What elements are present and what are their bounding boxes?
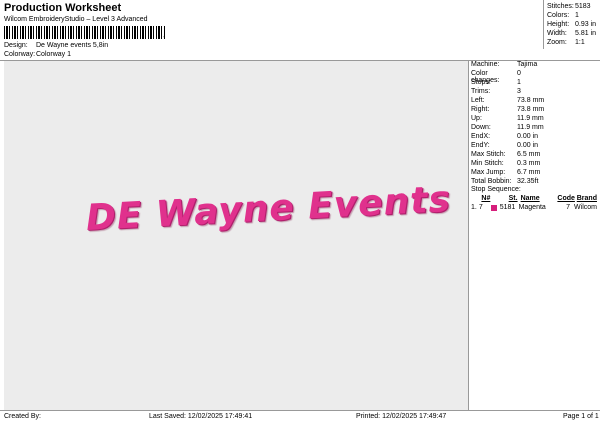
summary-panel: Stitches: 5183 Colors: 1 Height: 0.93 in Wi…: [547, 3, 596, 46]
detail-row: Down: 11.9 mm: [471, 124, 544, 131]
color-swatch: [490, 204, 500, 213]
footer-printed: Printed: 12/02/2025 17:49:47: [356, 413, 447, 420]
colorway-row: Colorway: Colorway 1: [4, 51, 71, 58]
colorway-label: Colorway:: [4, 51, 36, 58]
detail-row: Left: 73.8 mm: [471, 97, 545, 104]
design-value: De Wayne events 5,8in: [36, 42, 109, 49]
colorway-value: Colorway 1: [36, 51, 72, 58]
footer-divider: [0, 410, 600, 411]
summary-divider: [543, 0, 544, 49]
footer-last-saved: Last Saved: 12/02/2025 17:49:41: [149, 413, 253, 420]
detail-row: Max Jump: 6.7 mm: [471, 169, 541, 176]
detail-row: Stops: 1: [471, 79, 521, 86]
worksheet-title: Production Worksheet: [4, 2, 122, 14]
barcode: [4, 26, 166, 39]
details-divider: [468, 60, 469, 410]
design-label: Design:: [4, 42, 28, 49]
detail-row: Up: 11.9 mm: [471, 115, 544, 122]
design-preview: [4, 61, 468, 410]
detail-row: Machine: Tajima: [471, 61, 538, 68]
summary-row: Height: 0.93 in: [547, 21, 597, 28]
stop-sequence-label: Stop Sequence:: [471, 186, 521, 193]
detail-row: Right: 73.8 mm: [471, 106, 545, 113]
barcode-suffix: ,: [163, 30, 166, 39]
detail-row: Trims: 3: [471, 88, 521, 95]
details-panel: Machine: Tajima Color changes: 0 Stops: 1 T…: [471, 61, 544, 187]
summary-row: Width: 5.81 in: [547, 30, 597, 37]
detail-row: EndX: 0.00 in: [471, 133, 539, 140]
footer-created-by: Created By:: [4, 413, 41, 420]
detail-row: EndY: 0.00 in: [471, 142, 539, 149]
footer-page: Page 1 of 1: [563, 413, 599, 420]
summary-row: Stitches: 5183: [547, 3, 591, 10]
detail-row: Max Stitch: 6.5 mm: [471, 151, 541, 158]
summary-row: Zoom: 1:1: [547, 39, 585, 46]
detail-row: Color changes: 0: [471, 70, 521, 84]
stop-sequence-row: 1. 7 5181 Magenta 7 Wilcom: [471, 204, 597, 213]
summary-row: Colors: 1: [547, 12, 579, 19]
stop-sequence-header: N# St. Name Code Brand: [481, 195, 597, 202]
detail-row: Min Stitch: 0.3 mm: [471, 160, 541, 167]
design-row: Design: De Wayne events 5,8in: [4, 42, 108, 49]
software-subtitle: Wilcom EmbroideryStudio – Level 3 Advanc…: [4, 16, 148, 23]
